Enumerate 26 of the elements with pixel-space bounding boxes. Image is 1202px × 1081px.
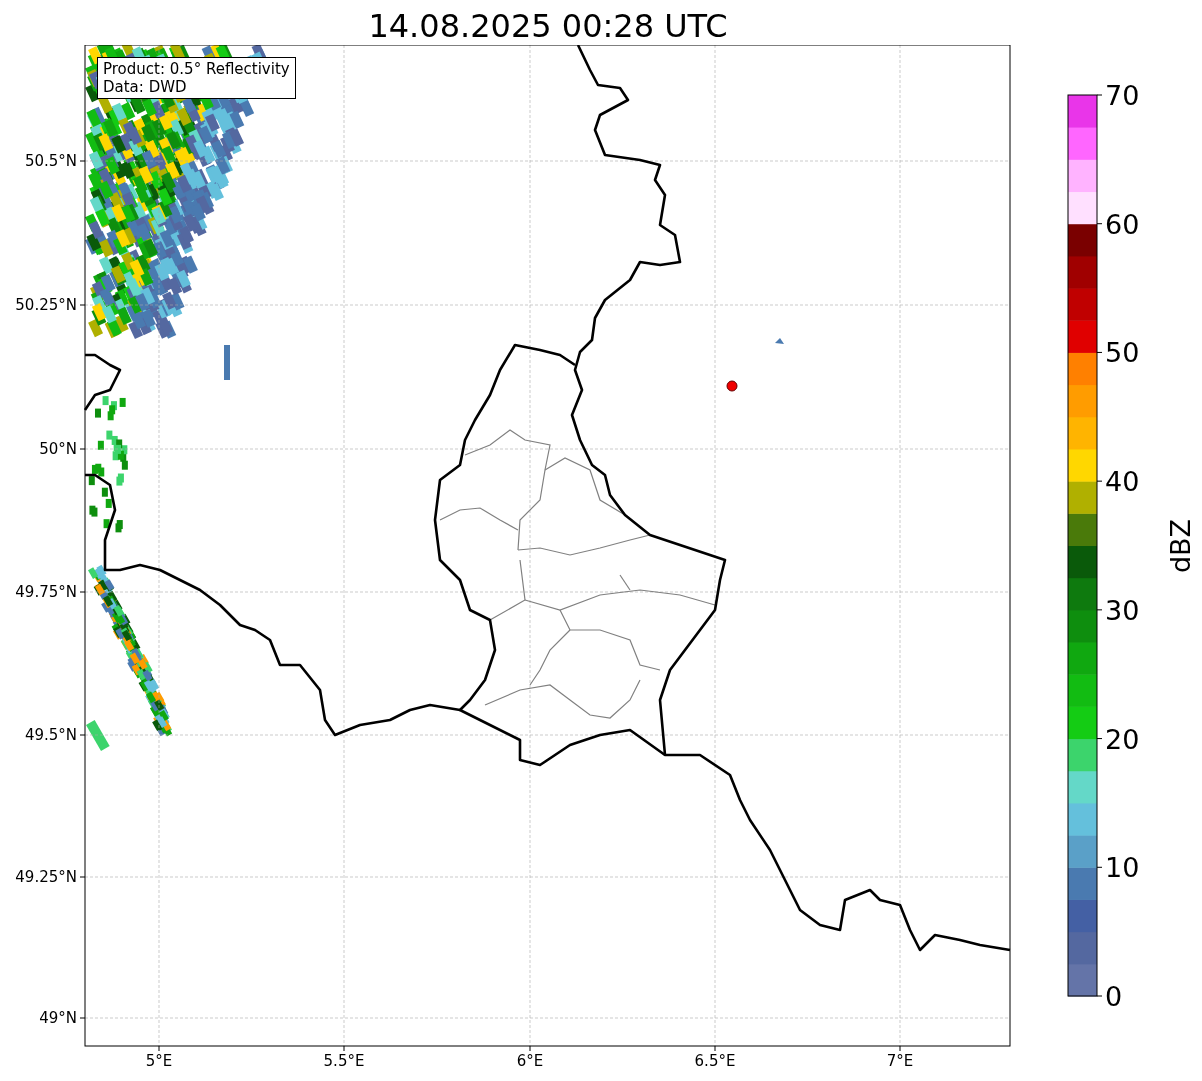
axis-tick-label: 5.5°E [323, 1052, 365, 1070]
colorbar-tick-label: 20 [1105, 723, 1140, 755]
axis-tick-label: 49.75°N [15, 583, 77, 601]
radar-site-marker [726, 380, 738, 392]
axis-tick-label: 5°E [145, 1052, 173, 1070]
colorbar-tick-label: 40 [1105, 466, 1140, 498]
colorbar-tick-label: 30 [1105, 594, 1140, 626]
axis-tick-label: 49.25°N [15, 868, 77, 886]
axis-tick-label: 6°E [516, 1052, 544, 1070]
colorbar-label: dBZ [1165, 518, 1196, 574]
colorbar-tick-label: 60 [1105, 208, 1140, 240]
axis-tick-label: 50°N [39, 440, 77, 458]
colorbar-tick-label: 50 [1105, 337, 1140, 369]
axis-tick-label: 49.5°N [24, 726, 77, 744]
colorbar-tick-label: 10 [1105, 852, 1140, 884]
legend-text: Data: DWD [103, 78, 188, 96]
colorbar-tick-label: 0 [1105, 981, 1123, 1012]
legend-text: Product: 0.5° Reflectivity [103, 60, 290, 78]
colorbar-tick-label: 70 [1105, 80, 1140, 111]
axis-tick-label: 7°E [886, 1052, 914, 1070]
axis-tick-label: 6.5°E [694, 1052, 736, 1070]
chart-title: 14.08.2025 00:28 UTC [368, 6, 728, 45]
axis-tick-label: 49°N [39, 1009, 77, 1027]
echo-blip-icon [775, 338, 784, 344]
axis-tick-label: 50.5°N [24, 152, 77, 170]
axis-tick-label: 50.25°N [15, 296, 77, 314]
